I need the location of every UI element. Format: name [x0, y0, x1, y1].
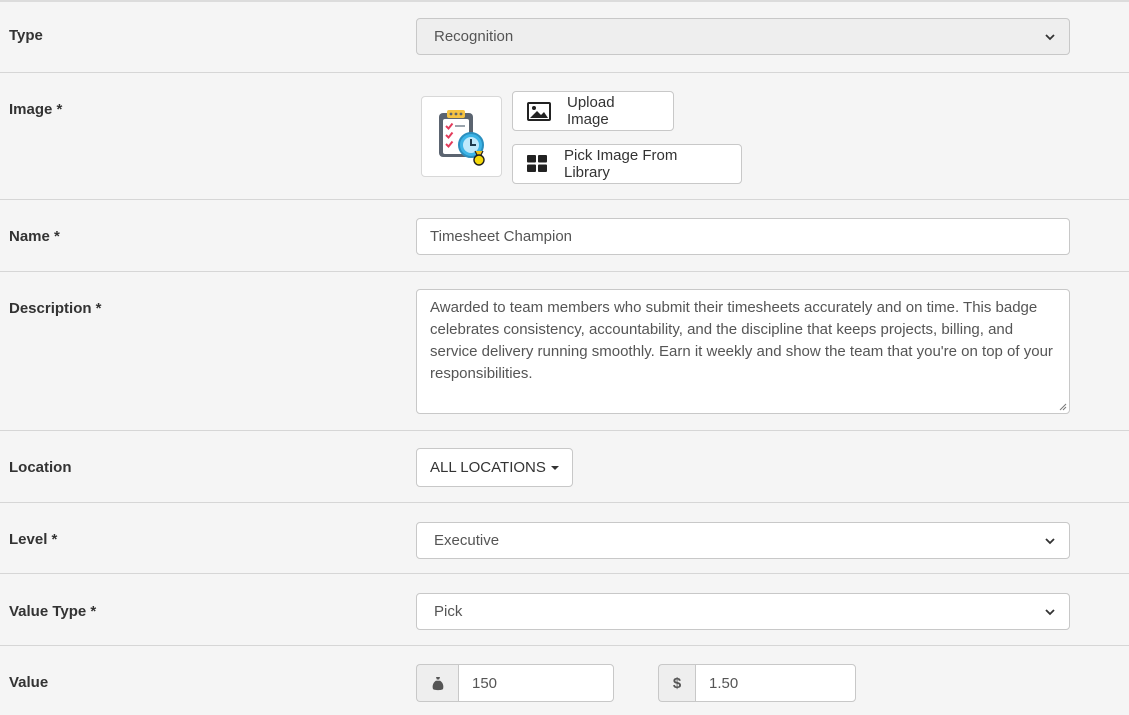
value-row: Value 150 $ 1.50	[0, 646, 1129, 715]
resize-handle-icon[interactable]	[1058, 402, 1067, 411]
grid-icon	[527, 155, 548, 173]
picture-icon	[527, 101, 551, 121]
points-input-group: 150	[416, 664, 614, 702]
location-label: Location	[9, 459, 72, 476]
description-textarea[interactable]: Awarded to team members who submit their…	[416, 289, 1070, 414]
chevron-down-icon	[1045, 537, 1055, 544]
level-label: Level *	[9, 531, 58, 548]
currency-input-group: $ 1.50	[658, 664, 856, 702]
pick-from-library-button[interactable]: Pick Image From Library	[512, 144, 742, 184]
location-row: Location ALL LOCATIONS	[0, 431, 1129, 503]
currency-addon: $	[658, 664, 695, 702]
name-row: Name * Timesheet Champion	[0, 200, 1129, 272]
name-label: Name *	[9, 228, 60, 245]
description-text: Awarded to team members who submit their…	[430, 299, 1053, 382]
type-label: Type	[9, 27, 43, 44]
currency-amount-value: 1.50	[709, 674, 739, 692]
clipboard-checklist-clock-medal-icon	[438, 109, 485, 166]
points-input-value: 150	[472, 674, 498, 692]
upload-image-label: Upload Image	[567, 94, 615, 128]
value-type-row: Value Type * Pick	[0, 574, 1129, 646]
name-input-value: Timesheet Champion	[430, 228, 573, 245]
currency-amount-input[interactable]: 1.50	[695, 664, 856, 702]
upload-image-button[interactable]: Upload Image	[512, 91, 674, 131]
level-select-value: Executive	[434, 532, 500, 549]
value-type-select-value: Pick	[434, 603, 463, 620]
image-label: Image *	[9, 101, 63, 118]
type-row: Type Recognition	[0, 2, 1129, 73]
pick-from-library-label: Pick Image From Library	[564, 147, 678, 181]
level-select[interactable]: Executive	[416, 522, 1070, 559]
points-input[interactable]: 150	[458, 664, 614, 702]
description-row: Description * Awarded to team members wh…	[0, 272, 1129, 431]
badge-image-thumbnail	[421, 96, 502, 177]
chevron-down-icon	[1045, 608, 1055, 615]
value-type-select[interactable]: Pick	[416, 593, 1070, 630]
points-addon	[416, 664, 458, 702]
badge-form: Type Recognition Image * Upload Image Pi…	[0, 0, 1129, 713]
money-bag-icon	[432, 676, 443, 690]
caret-down-icon	[550, 465, 559, 470]
type-select[interactable]: Recognition	[416, 18, 1070, 55]
name-input[interactable]: Timesheet Champion	[416, 218, 1070, 255]
value-label: Value	[9, 674, 49, 691]
location-dropdown-button[interactable]: ALL LOCATIONS	[416, 448, 573, 487]
type-select-value: Recognition	[434, 28, 514, 45]
level-row: Level * Executive	[0, 503, 1129, 574]
description-label: Description *	[9, 300, 102, 317]
location-dropdown-value: ALL LOCATIONS	[430, 459, 546, 476]
value-type-label: Value Type *	[9, 603, 97, 620]
chevron-down-icon	[1045, 33, 1055, 40]
dollar-icon: $	[672, 674, 682, 692]
